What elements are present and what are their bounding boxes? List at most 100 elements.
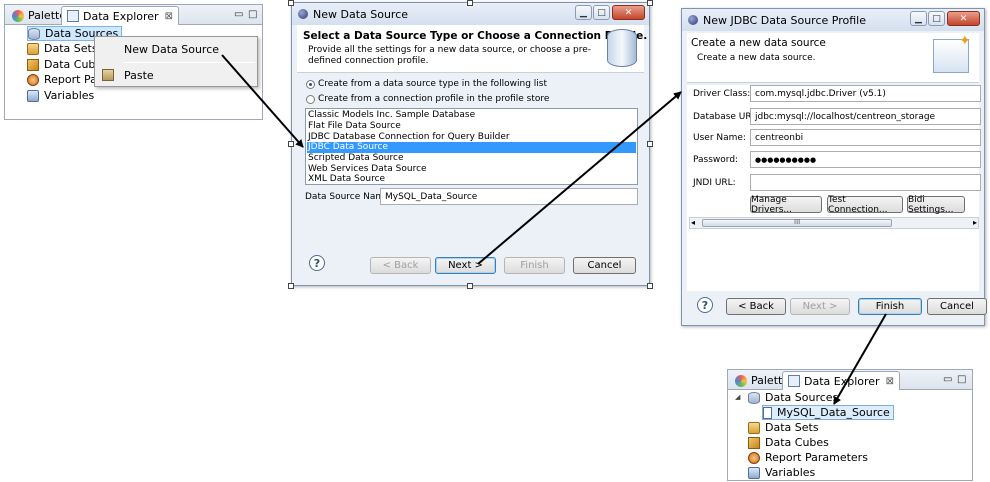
tree-item-variables[interactable]: Variables [27, 88, 94, 103]
eclipse-icon [298, 9, 308, 19]
radio-from-type-label: Create from a data source type in the fo… [318, 79, 548, 89]
maximize-icon[interactable]: □ [248, 9, 257, 20]
close-tab-icon[interactable]: ⊠ [165, 11, 173, 22]
minimize-button[interactable]: ▁ [910, 11, 927, 26]
view-tab-bar: Palette Data Explorer ⊠ ▭ □ [728, 370, 972, 390]
maximize-icon[interactable]: □ [957, 374, 966, 385]
list-item[interactable]: Classic Models Inc. Sample Database [308, 110, 475, 120]
user-name-label: User Name: [693, 133, 746, 143]
report-parameters-icon [27, 73, 39, 86]
help-icon[interactable]: ? [697, 297, 713, 313]
paste-icon [102, 69, 114, 81]
minimize-icon[interactable]: ▭ [234, 9, 243, 20]
jdbc-profile-dialog: New JDBC Data Source Profile ▁ □ ✕ Creat… [681, 8, 987, 326]
tab-data-explorer[interactable]: Data Explorer ⊠ [782, 371, 900, 390]
resize-handle[interactable] [467, 0, 473, 6]
close-tab-icon[interactable]: ⊠ [886, 376, 894, 387]
resize-handle[interactable] [647, 0, 653, 6]
radio-from-type[interactable] [306, 80, 315, 89]
data-sets-icon [27, 42, 39, 55]
scroll-thumb[interactable]: III [702, 218, 892, 227]
maximize-button[interactable]: □ [928, 11, 945, 26]
data-cubes-icon [748, 436, 760, 449]
tab-data-explorer[interactable]: Data Explorer ⊠ [61, 6, 179, 25]
data-explorer-panel-2: Palette Data Explorer ⊠ ▭ □ ◢ Data Sourc… [727, 369, 973, 481]
data-source-name-input[interactable]: MySQL_Data_Source [380, 188, 638, 205]
bidi-settings-button[interactable]: Bidi Settings... [907, 195, 965, 215]
finish-button[interactable]: Finish [858, 298, 922, 315]
palette-icon [735, 374, 747, 387]
tree-item-data-sets[interactable]: Data Sets [748, 420, 819, 435]
wizard-heading: Create a new data source [691, 37, 826, 49]
variables-icon [27, 89, 39, 102]
finish-button[interactable]: Finish [504, 257, 565, 274]
cancel-button[interactable]: Cancel [573, 257, 636, 274]
eclipse-icon [688, 15, 698, 25]
data-explorer-icon [788, 375, 800, 387]
test-connection-button[interactable]: Test Connection... [827, 195, 903, 215]
wizard-header: Select a Data Source Type or Choose a Co… [297, 25, 648, 73]
list-item[interactable]: XML Data Source [308, 174, 385, 184]
list-item[interactable]: Web Services Data Source [308, 164, 427, 174]
jndi-url-label: JNDI URL: [693, 178, 736, 188]
scroll-grip: III [794, 218, 801, 226]
list-item[interactable]: Scripted Data Source [308, 153, 403, 163]
driver-class-field[interactable]: com.mysql.jdbc.Driver (v5.1) [750, 85, 981, 102]
tab-data-explorer-label: Data Explorer [804, 374, 880, 388]
source-type-list[interactable]: Classic Models Inc. Sample Database Flat… [305, 108, 638, 185]
next-button[interactable]: Next > [790, 298, 850, 315]
expand-arrow-icon[interactable]: ◢ [735, 393, 740, 401]
close-button[interactable]: ✕ [947, 11, 980, 26]
tree-label: Data Sources [765, 391, 839, 404]
wizard-description: Create a new data source. [697, 53, 816, 63]
tree-item-variables[interactable]: Variables [748, 465, 815, 480]
resize-handle[interactable] [647, 141, 653, 147]
scroll-left-icon[interactable]: ◂ [691, 218, 695, 227]
minimize-icon[interactable]: ▭ [943, 374, 952, 385]
tree-label: Variables [44, 89, 95, 102]
data-cubes-icon [27, 58, 39, 71]
cancel-button[interactable]: Cancel [927, 298, 987, 315]
driver-class-label: Driver Class: [693, 89, 751, 99]
sparkle-icon: ✦ [959, 33, 971, 49]
minimize-button[interactable]: ▁ [575, 5, 592, 20]
list-item[interactable]: JDBC Database Connection for Query Build… [308, 132, 510, 142]
tree-label: MySQL_Data_Source [777, 406, 890, 419]
database-url-field[interactable]: jdbc:mysql://localhost/centreon_storage [750, 108, 981, 125]
jndi-url-field[interactable] [750, 174, 981, 191]
tree-label: Report Parameters [765, 451, 868, 464]
menu-item-new-data-source[interactable]: New Data Source [96, 38, 256, 60]
tree-label: Data Sets [44, 42, 98, 55]
maximize-button[interactable]: □ [593, 5, 610, 20]
tree-item-data-sets[interactable]: Data Sets [27, 41, 98, 56]
menu-separator [123, 62, 255, 63]
resize-handle[interactable] [288, 141, 294, 147]
dialog-title: New Data Source [313, 7, 409, 21]
list-item-selected[interactable]: JDBC Data Source [307, 142, 636, 153]
wizard-heading: Select a Data Source Type or Choose a Co… [303, 30, 648, 42]
resize-handle[interactable] [647, 283, 653, 289]
back-button[interactable]: < Back [726, 298, 786, 315]
resize-handle[interactable] [467, 283, 473, 289]
data-sets-icon [748, 421, 760, 434]
scroll-right-icon[interactable]: ▸ [973, 218, 977, 227]
menu-item-paste[interactable]: Paste [96, 64, 256, 86]
radio-from-profile[interactable] [306, 95, 315, 104]
tree-item-data-sources[interactable]: Data Sources [748, 390, 838, 405]
resize-handle[interactable] [288, 283, 294, 289]
tree-item-report-parameters[interactable]: Report Parameters [748, 450, 868, 465]
password-field[interactable]: ●●●●●●●●●● [750, 151, 981, 168]
horizontal-scrollbar[interactable]: ◂ III ▸ [689, 217, 979, 229]
resize-handle[interactable] [288, 0, 294, 6]
back-button[interactable]: < Back [370, 257, 431, 274]
list-item[interactable]: Flat File Data Source [308, 121, 401, 131]
password-label: Password: [693, 155, 739, 165]
tree-item-data-cubes[interactable]: Data Cubes [748, 435, 829, 450]
close-button[interactable]: ✕ [612, 5, 645, 20]
tree-item-mysql-data-source[interactable]: MySQL_Data_Source [762, 405, 894, 420]
manage-drivers-button[interactable]: Manage Drivers... [750, 195, 822, 215]
data-sources-icon [28, 27, 40, 40]
user-name-field[interactable]: centreonbi [750, 129, 981, 146]
help-icon[interactable]: ? [309, 255, 325, 271]
next-button[interactable]: Next > [435, 257, 496, 274]
